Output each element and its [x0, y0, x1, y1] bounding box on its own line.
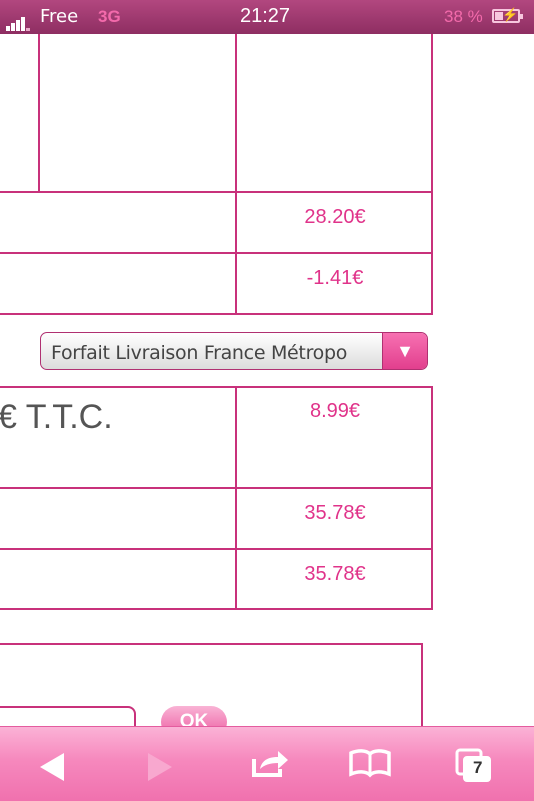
dropdown-arrow-icon[interactable]: ▼ [382, 333, 427, 369]
status-bar: Free 3G 21:27 38 % ⚡ [0, 0, 534, 34]
network-type: 3G [98, 7, 121, 26]
book-icon [349, 749, 391, 778]
forward-arrow-icon [148, 753, 172, 781]
shipping-method-select[interactable]: Forfait Livraison France Métropo ▼ [40, 332, 428, 370]
subtotal-value: 28.20€ [304, 206, 366, 228]
tabs-button[interactable]: 7 [430, 727, 510, 801]
ttc-label: € T.T.C. [0, 398, 113, 436]
signal-icon [6, 9, 31, 31]
share-icon [252, 751, 288, 777]
back-arrow-icon [40, 753, 64, 781]
bookmarks-button[interactable] [330, 727, 410, 801]
discount-value: -1.41€ [306, 267, 364, 289]
total-ttc-value: 35.78€ [304, 563, 366, 585]
shipping-cost-value: 8.99€ [309, 400, 361, 422]
back-button[interactable] [12, 727, 92, 801]
battery-icon: ⚡ [492, 7, 523, 23]
forward-button[interactable] [120, 727, 200, 801]
browser-toolbar: 7 [0, 726, 534, 801]
total-value: 35.78€ [304, 502, 366, 524]
carrier-name: Free [40, 6, 79, 27]
share-button[interactable] [230, 727, 310, 801]
tabs-count: 7 [473, 758, 483, 777]
battery-percent: 38 % [444, 7, 483, 26]
clock: 21:27 [240, 5, 291, 27]
shipping-method-selected: Forfait Livraison France Métropo [51, 342, 348, 364]
